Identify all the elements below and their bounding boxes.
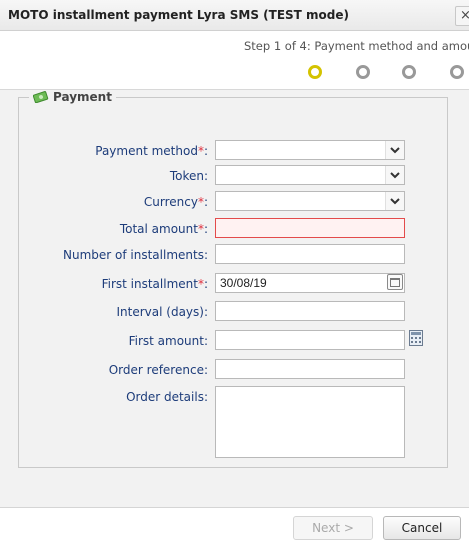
currency-row: Currency*: xyxy=(0,191,469,213)
step-2-dot xyxy=(356,65,370,79)
banknote-icon xyxy=(33,91,49,103)
title-bar: MOTO installment payment Lyra SMS (TEST … xyxy=(0,0,469,31)
first-amount-field[interactable] xyxy=(215,330,405,350)
cancel-button[interactable]: Cancel xyxy=(383,516,461,540)
order-reference-row: Order reference: xyxy=(0,359,469,381)
total-amount-field[interactable] xyxy=(215,218,405,238)
dialog-footer: Next > Cancel xyxy=(0,507,469,545)
first-installment-label: First installment*: xyxy=(101,277,208,291)
token-label: Token: xyxy=(169,169,208,183)
calculator-icon[interactable] xyxy=(409,330,423,346)
interval-label: Interval (days): xyxy=(116,305,209,319)
token-row: Token: xyxy=(0,165,469,187)
payment-method-label: Payment method*: xyxy=(95,144,208,158)
form-area: Payment Payment method*: Token: Currency… xyxy=(0,90,469,507)
total-amount-row: Total amount*: xyxy=(0,218,469,240)
first-installment-date-field[interactable] xyxy=(215,273,405,293)
payment-legend-label: Payment xyxy=(53,90,112,104)
token-select[interactable] xyxy=(215,165,405,185)
installments-field[interactable] xyxy=(215,244,405,264)
payment-method-select[interactable] xyxy=(215,140,405,160)
next-button[interactable]: Next > xyxy=(293,516,373,540)
step-text: Step 1 of 4: Payment method and amount xyxy=(244,39,469,53)
currency-label: Currency*: xyxy=(143,195,208,209)
step-1-dot xyxy=(308,65,322,79)
installments-label: Number of installments: xyxy=(63,248,208,262)
step-indicator: Step 1 of 4: Payment method and amount xyxy=(0,31,469,90)
installments-row: Number of installments: xyxy=(0,244,469,266)
calendar-icon[interactable] xyxy=(387,274,403,290)
chevron-down-icon xyxy=(385,141,404,159)
first-amount-row: First amount: xyxy=(0,330,469,352)
total-amount-label: Total amount*: xyxy=(119,222,208,236)
close-button[interactable]: × xyxy=(455,6,469,26)
payment-dialog: MOTO installment payment Lyra SMS (TEST … xyxy=(0,0,469,545)
first-installment-row: First installment*: xyxy=(0,273,469,295)
order-reference-field[interactable] xyxy=(215,359,405,379)
chevron-down-icon xyxy=(385,166,404,184)
order-details-textarea[interactable] xyxy=(215,386,405,458)
step-3-dot xyxy=(402,65,416,79)
order-details-row: Order details: xyxy=(0,386,469,458)
currency-select[interactable] xyxy=(215,191,405,211)
interval-field[interactable] xyxy=(215,301,405,321)
order-details-label: Order details: xyxy=(126,390,208,404)
payment-legend: Payment xyxy=(29,90,116,104)
chevron-down-icon xyxy=(385,192,404,210)
first-amount-label: First amount: xyxy=(128,334,208,348)
interval-row: Interval (days): xyxy=(0,301,469,323)
step-4-dot xyxy=(450,65,464,79)
payment-method-row: Payment method*: xyxy=(0,140,469,162)
order-reference-label: Order reference: xyxy=(108,363,208,377)
dialog-title: MOTO installment payment Lyra SMS (TEST … xyxy=(8,8,349,22)
